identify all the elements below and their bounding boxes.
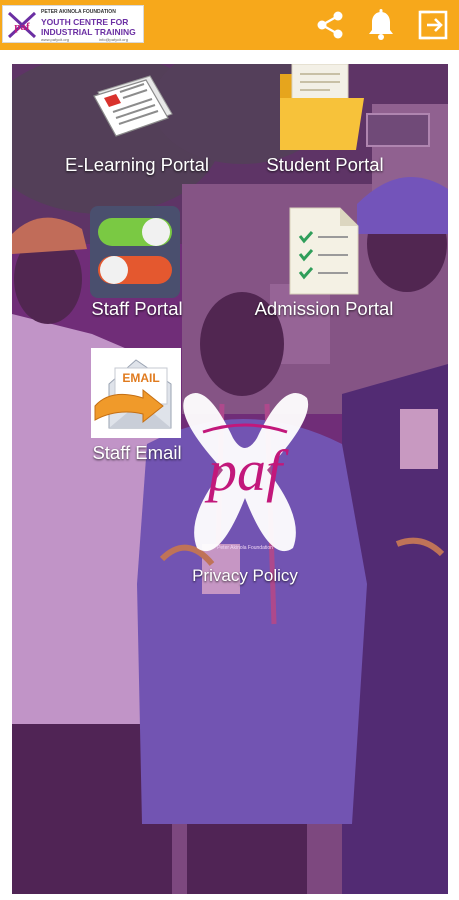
tile-elearning-portal[interactable]: E-Learning Portal: [52, 64, 222, 180]
admission-portal-label: Admission Portal: [254, 298, 394, 319]
privacy-subtitle: Peter Akinola Foundation: [217, 545, 273, 551]
logout-button[interactable]: [414, 6, 452, 44]
checklist-document-icon: [289, 207, 359, 295]
notifications-button[interactable]: [362, 6, 400, 44]
logo-line-1: PETER AKINOLA FOUNDATION: [41, 9, 116, 15]
paf-logo-mark-icon: paf: [7, 11, 37, 39]
newspaper-icon: [93, 75, 173, 137]
logo-email: info@pafycit.org: [99, 37, 128, 42]
logo-website: www.pafycit.org: [41, 37, 70, 42]
elearning-portal-label: E-Learning Portal: [65, 154, 209, 175]
logo-line-3: INDUSTRIAL TRAINING: [41, 27, 136, 37]
share-button[interactable]: [311, 6, 349, 44]
privacy-policy-label: Privacy Policy: [192, 566, 298, 585]
logo-mark-text: paf: [14, 21, 30, 33]
logo-line-2: YOUTH CENTRE FOR: [41, 17, 129, 27]
staff-portal-label: Staff Portal: [91, 298, 183, 319]
toggle-switches-icon: [90, 206, 180, 298]
email-envelope-icon: EMAIL: [91, 348, 181, 438]
logout-icon: [418, 10, 448, 40]
tile-privacy-policy[interactable]: paf Peter Akinola Foundation Privacy Pol…: [175, 393, 315, 628]
tile-student-portal[interactable]: Student Portal: [250, 64, 400, 180]
share-icon: [317, 11, 343, 39]
home-dashboard: E-Learning Portal Student Portal Staff P…: [12, 64, 448, 894]
app-bar: paf PETER AKINOLA FOUNDATION YOUTH CENTR…: [0, 0, 459, 50]
student-portal-label: Student Portal: [266, 154, 384, 175]
tile-admission-portal[interactable]: Admission Portal: [242, 206, 406, 322]
bell-icon: [369, 9, 393, 40]
tile-staff-portal[interactable]: Staff Portal: [72, 206, 202, 322]
foundation-logo: paf PETER AKINOLA FOUNDATION YOUTH CENTR…: [2, 5, 144, 43]
paf-logo-icon: paf: [183, 393, 309, 552]
email-icon-text: EMAIL: [122, 371, 159, 385]
privacy-mark-text: paf: [204, 438, 289, 503]
folder-icon: [280, 64, 364, 150]
